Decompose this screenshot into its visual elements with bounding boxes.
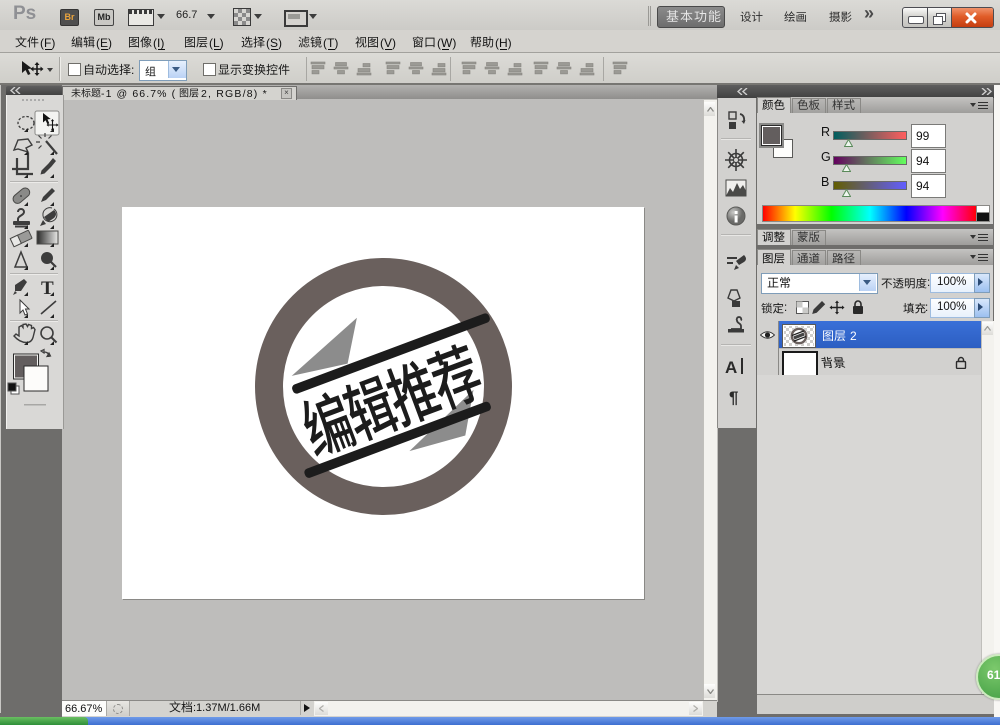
svg-text:A: A <box>725 358 737 377</box>
svg-text:¶: ¶ <box>729 388 738 407</box>
